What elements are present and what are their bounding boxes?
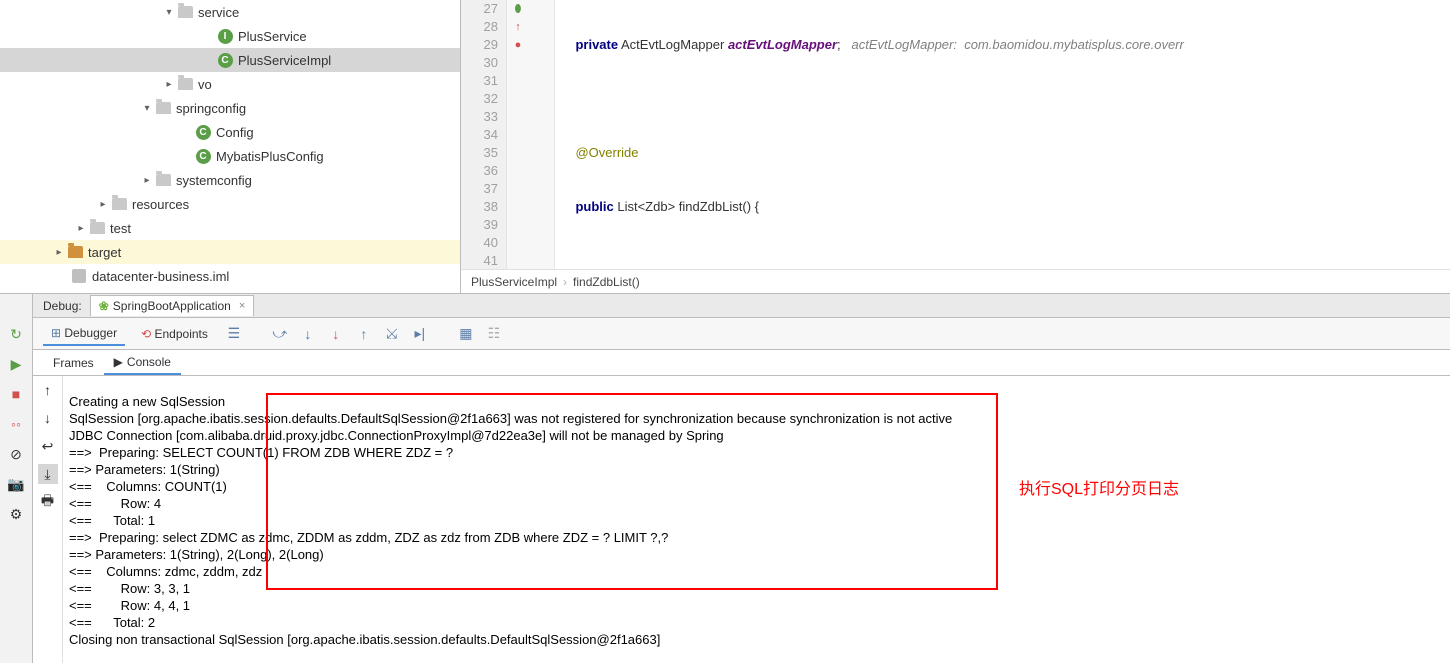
rerun-button[interactable]: ↻ — [6, 324, 26, 344]
tree-node-systemconfig[interactable]: ▸ systemconfig — [0, 168, 460, 192]
debug-label: Debug: — [43, 299, 82, 313]
drop-frame-icon[interactable]: ⤩ — [382, 324, 402, 344]
tree-label: vo — [198, 77, 212, 92]
class-icon: C — [196, 125, 211, 140]
tree-node-service[interactable]: ▾ service — [0, 0, 460, 24]
tree-label: springconfig — [176, 101, 246, 116]
tree-label: test — [110, 221, 131, 236]
tree-node-plus-service-impl[interactable]: C PlusServiceImpl — [0, 48, 460, 72]
annotation-sql-log: 执行SQL打印分页日志 — [1019, 482, 1179, 498]
console-tab[interactable]: ▶Console — [104, 351, 181, 375]
view-breakpoints-button[interactable]: ◦◦ — [6, 414, 26, 434]
tree-node-target[interactable]: ▸ target — [0, 240, 460, 264]
tree-label: systemconfig — [176, 173, 252, 188]
console-output[interactable]: Creating a new SqlSession SqlSession [or… — [63, 376, 1450, 663]
folder-icon — [156, 102, 171, 114]
chevron-right-icon: ▸ — [96, 199, 110, 210]
tree-label: Config — [216, 125, 254, 140]
gutter-markers: ⬮ ↑ ● — [507, 0, 529, 269]
tree-label: PlusService — [238, 29, 307, 44]
debug-toolbar: ⊞ Debugger ⟲ Endpoints ☰ ⤻ ↓ ↓ ↑ ⤩ ▸| ▦ … — [33, 318, 1450, 350]
line-number-gutter: 27282930 31323334 35363738 39404142 43 — [461, 0, 507, 269]
resume-button[interactable]: ▶ — [6, 354, 26, 374]
tree-node-mybatis-plus-config[interactable]: C MybatisPlusConfig — [0, 144, 460, 168]
tree-node-springconfig[interactable]: ▾ springconfig — [0, 96, 460, 120]
breakpoint-icon[interactable]: ● — [507, 36, 529, 54]
trace-icon[interactable]: ☷ — [484, 324, 504, 344]
breadcrumb-class[interactable]: PlusServiceImpl — [471, 275, 557, 289]
chevron-right-icon: ▸ — [52, 247, 66, 258]
console-gutter: ↑ ↓ ↩ ⤓ 🖶 — [33, 376, 63, 663]
tree-node-test[interactable]: ▸ test — [0, 216, 460, 240]
tree-label: service — [198, 5, 239, 20]
stop-button[interactable]: ■ — [6, 384, 26, 404]
debug-tool-window-header: Debug: ❀ SpringBootApplication × — [33, 294, 1450, 318]
debugger-tab[interactable]: ⊞ Debugger — [43, 322, 125, 346]
interface-icon: I — [218, 29, 233, 44]
soft-wrap-icon[interactable]: ↩ — [38, 436, 58, 456]
bean-icon: ⬮ — [507, 0, 529, 18]
run-config-tab[interactable]: ❀ SpringBootApplication × — [90, 295, 255, 316]
folder-icon — [178, 78, 193, 90]
step-into-icon[interactable]: ↓ — [298, 324, 318, 344]
chevron-down-icon: ▾ — [140, 103, 154, 114]
iml-file-icon — [72, 269, 86, 283]
chevron-right-icon: ▸ — [140, 175, 154, 186]
close-icon[interactable]: × — [239, 300, 245, 312]
folder-icon — [90, 222, 105, 234]
breadcrumb-separator: › — [563, 275, 567, 289]
tree-node-config[interactable]: C Config — [0, 120, 460, 144]
chevron-down-icon: ▾ — [162, 7, 176, 18]
print-icon[interactable]: 🖶 — [38, 492, 58, 512]
scroll-down-icon[interactable]: ↓ — [38, 408, 58, 428]
run-to-cursor-icon[interactable]: ▸| — [410, 324, 430, 344]
tree-label: resources — [132, 197, 189, 212]
tree-node-resources[interactable]: ▸ resources — [0, 192, 460, 216]
class-icon: C — [218, 53, 233, 68]
threads-icon[interactable]: ☰ — [224, 324, 244, 344]
tree-label: MybatisPlusConfig — [216, 149, 324, 164]
tree-node-iml[interactable]: datacenter-business.iml — [0, 264, 460, 288]
scroll-up-icon[interactable]: ↑ — [38, 380, 58, 400]
frames-tab[interactable]: Frames — [43, 352, 104, 374]
scroll-to-end-icon[interactable]: ⤓ — [38, 464, 58, 484]
folder-icon — [112, 198, 127, 210]
chevron-right-icon: ▸ — [162, 79, 176, 90]
spring-icon: ❀ — [99, 299, 109, 313]
code-editor[interactable]: 27282930 31323334 35363738 39404142 43 ⬮… — [461, 0, 1450, 293]
snapshot-button[interactable] — [6, 474, 26, 494]
tree-label: datacenter-business.iml — [92, 269, 229, 284]
override-icon: ↑ — [507, 18, 529, 36]
breadcrumb-method[interactable]: findZdbList() — [573, 275, 640, 289]
step-over-icon[interactable]: ⤻ — [270, 324, 290, 344]
mute-breakpoints-button[interactable]: ⊘ — [6, 444, 26, 464]
tree-label: PlusServiceImpl — [238, 53, 331, 68]
force-step-into-icon[interactable]: ↓ — [326, 324, 346, 344]
debug-left-toolbar: ↻ ▶ ■ ◦◦ ⊘ ⚙ — [0, 294, 33, 663]
class-icon: C — [196, 149, 211, 164]
target-folder-icon — [68, 246, 83, 258]
tree-label: target — [88, 245, 121, 260]
folder-icon — [178, 6, 193, 18]
chevron-right-icon: ▸ — [74, 223, 88, 234]
breadcrumb[interactable]: PlusServiceImpl › findZdbList() — [461, 269, 1450, 293]
project-tree[interactable]: ▾ service I PlusService C PlusServiceImp… — [0, 0, 461, 293]
folder-icon — [156, 174, 171, 186]
debug-sub-tabs: Frames ▶Console — [33, 350, 1450, 376]
endpoints-tab[interactable]: ⟲ Endpoints — [133, 323, 216, 345]
code-content[interactable]: private ActEvtLogMapper actEvtLogMapper;… — [555, 0, 1450, 269]
evaluate-icon[interactable]: ▦ — [456, 324, 476, 344]
step-out-icon[interactable]: ↑ — [354, 324, 374, 344]
tree-node-plus-service[interactable]: I PlusService — [0, 24, 460, 48]
tree-node-vo[interactable]: ▸ vo — [0, 72, 460, 96]
settings-button[interactable]: ⚙ — [6, 504, 26, 524]
